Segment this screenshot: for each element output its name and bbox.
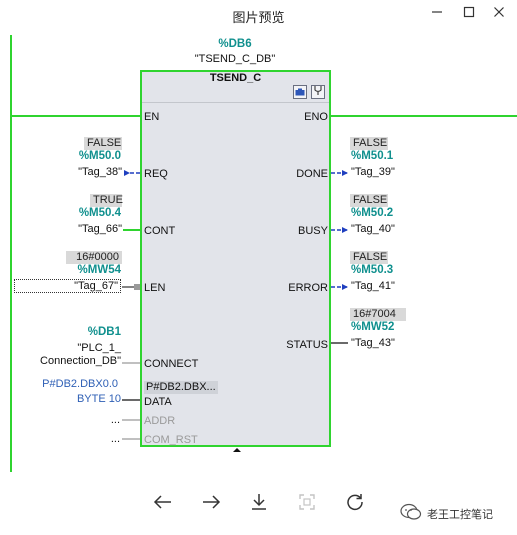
wechat-logo-icon [400, 503, 422, 524]
arrow-right-icon [201, 494, 221, 515]
pin-error: ERROR [288, 282, 328, 294]
watermark-text: 老王工控笔记 [427, 507, 493, 521]
rotate-button[interactable] [340, 489, 370, 519]
pin-len: LEN [144, 282, 166, 294]
connect-address: %DB1 [87, 326, 121, 338]
pin-com-rst: COM_RST [144, 434, 198, 446]
pin-en: EN [144, 111, 160, 123]
len-tag[interactable]: "Tag_67" [14, 279, 121, 293]
pin-busy: BUSY [298, 225, 328, 237]
pin-done: DONE [296, 168, 328, 180]
connection-config-icon [295, 83, 305, 101]
status-tag[interactable]: "Tag_43" [351, 337, 395, 349]
done-tag[interactable]: "Tag_39" [351, 166, 395, 178]
caret-up-icon [233, 440, 241, 457]
rotate-icon [346, 493, 364, 516]
done-monitor-value: FALSE [350, 137, 388, 150]
busy-monitor-value: FALSE [350, 194, 388, 207]
download-icon [250, 493, 268, 516]
error-tag[interactable]: "Tag_41" [351, 280, 395, 292]
crop-button[interactable] [292, 489, 322, 519]
watermark: 老王工控笔记 [400, 503, 493, 524]
instance-db-address: %DB6 [218, 38, 252, 50]
cont-tag[interactable]: "Tag_66" [66, 223, 122, 235]
done-address: %M50.1 [351, 150, 394, 162]
connect-tag-line2[interactable]: Connection_DB" [20, 355, 121, 367]
len-address: %MW54 [77, 264, 121, 276]
req-address: %M50.0 [78, 150, 121, 162]
block-header-divider [142, 102, 329, 103]
req-monitor-value: FALSE [84, 137, 122, 150]
crop-icon [298, 493, 316, 516]
pin-data: DATA [144, 396, 172, 408]
status-monitor-value: 16#7004 [350, 308, 406, 321]
connect-tag-line1[interactable]: "PLC_1_ [40, 342, 121, 354]
pin-cont: CONT [144, 225, 176, 237]
stethoscope-icon [313, 83, 323, 101]
pin-status: STATUS [286, 339, 328, 351]
cont-address: %M50.4 [78, 207, 121, 219]
expand-block-button[interactable] [233, 440, 241, 452]
len-monitor-value: 16#0000 [66, 251, 122, 264]
pin-connect: CONNECT [144, 358, 199, 370]
instance-db-name[interactable]: "TSEND_C_DB" [180, 53, 290, 65]
error-monitor-value: FALSE [350, 251, 388, 264]
arrow-left-icon [153, 494, 173, 515]
error-address: %M50.3 [351, 264, 394, 276]
req-tag[interactable]: "Tag_38" [66, 166, 122, 178]
next-button[interactable] [196, 489, 226, 519]
status-address: %MW52 [351, 321, 395, 333]
data-actual-value: P#DB2.DBX... [144, 381, 218, 394]
block-config-button[interactable] [293, 85, 307, 99]
addr-operand-placeholder[interactable]: ... [100, 414, 120, 426]
cont-monitor-value: TRUE [90, 194, 123, 207]
data-pointer-line2[interactable]: BYTE 10 [30, 393, 121, 406]
busy-address: %M50.2 [351, 207, 394, 219]
data-pointer-line1[interactable]: P#DB2.DBX0.0 [30, 378, 118, 391]
pin-addr: ADDR [144, 415, 176, 427]
pin-req: REQ [144, 168, 168, 180]
com-rst-operand-placeholder[interactable]: ... [100, 433, 120, 445]
previous-button[interactable] [148, 489, 178, 519]
busy-tag[interactable]: "Tag_40" [351, 223, 395, 235]
block-diagnostics-button[interactable] [311, 85, 325, 99]
download-button[interactable] [244, 489, 274, 519]
pin-eno: ENO [304, 111, 328, 123]
